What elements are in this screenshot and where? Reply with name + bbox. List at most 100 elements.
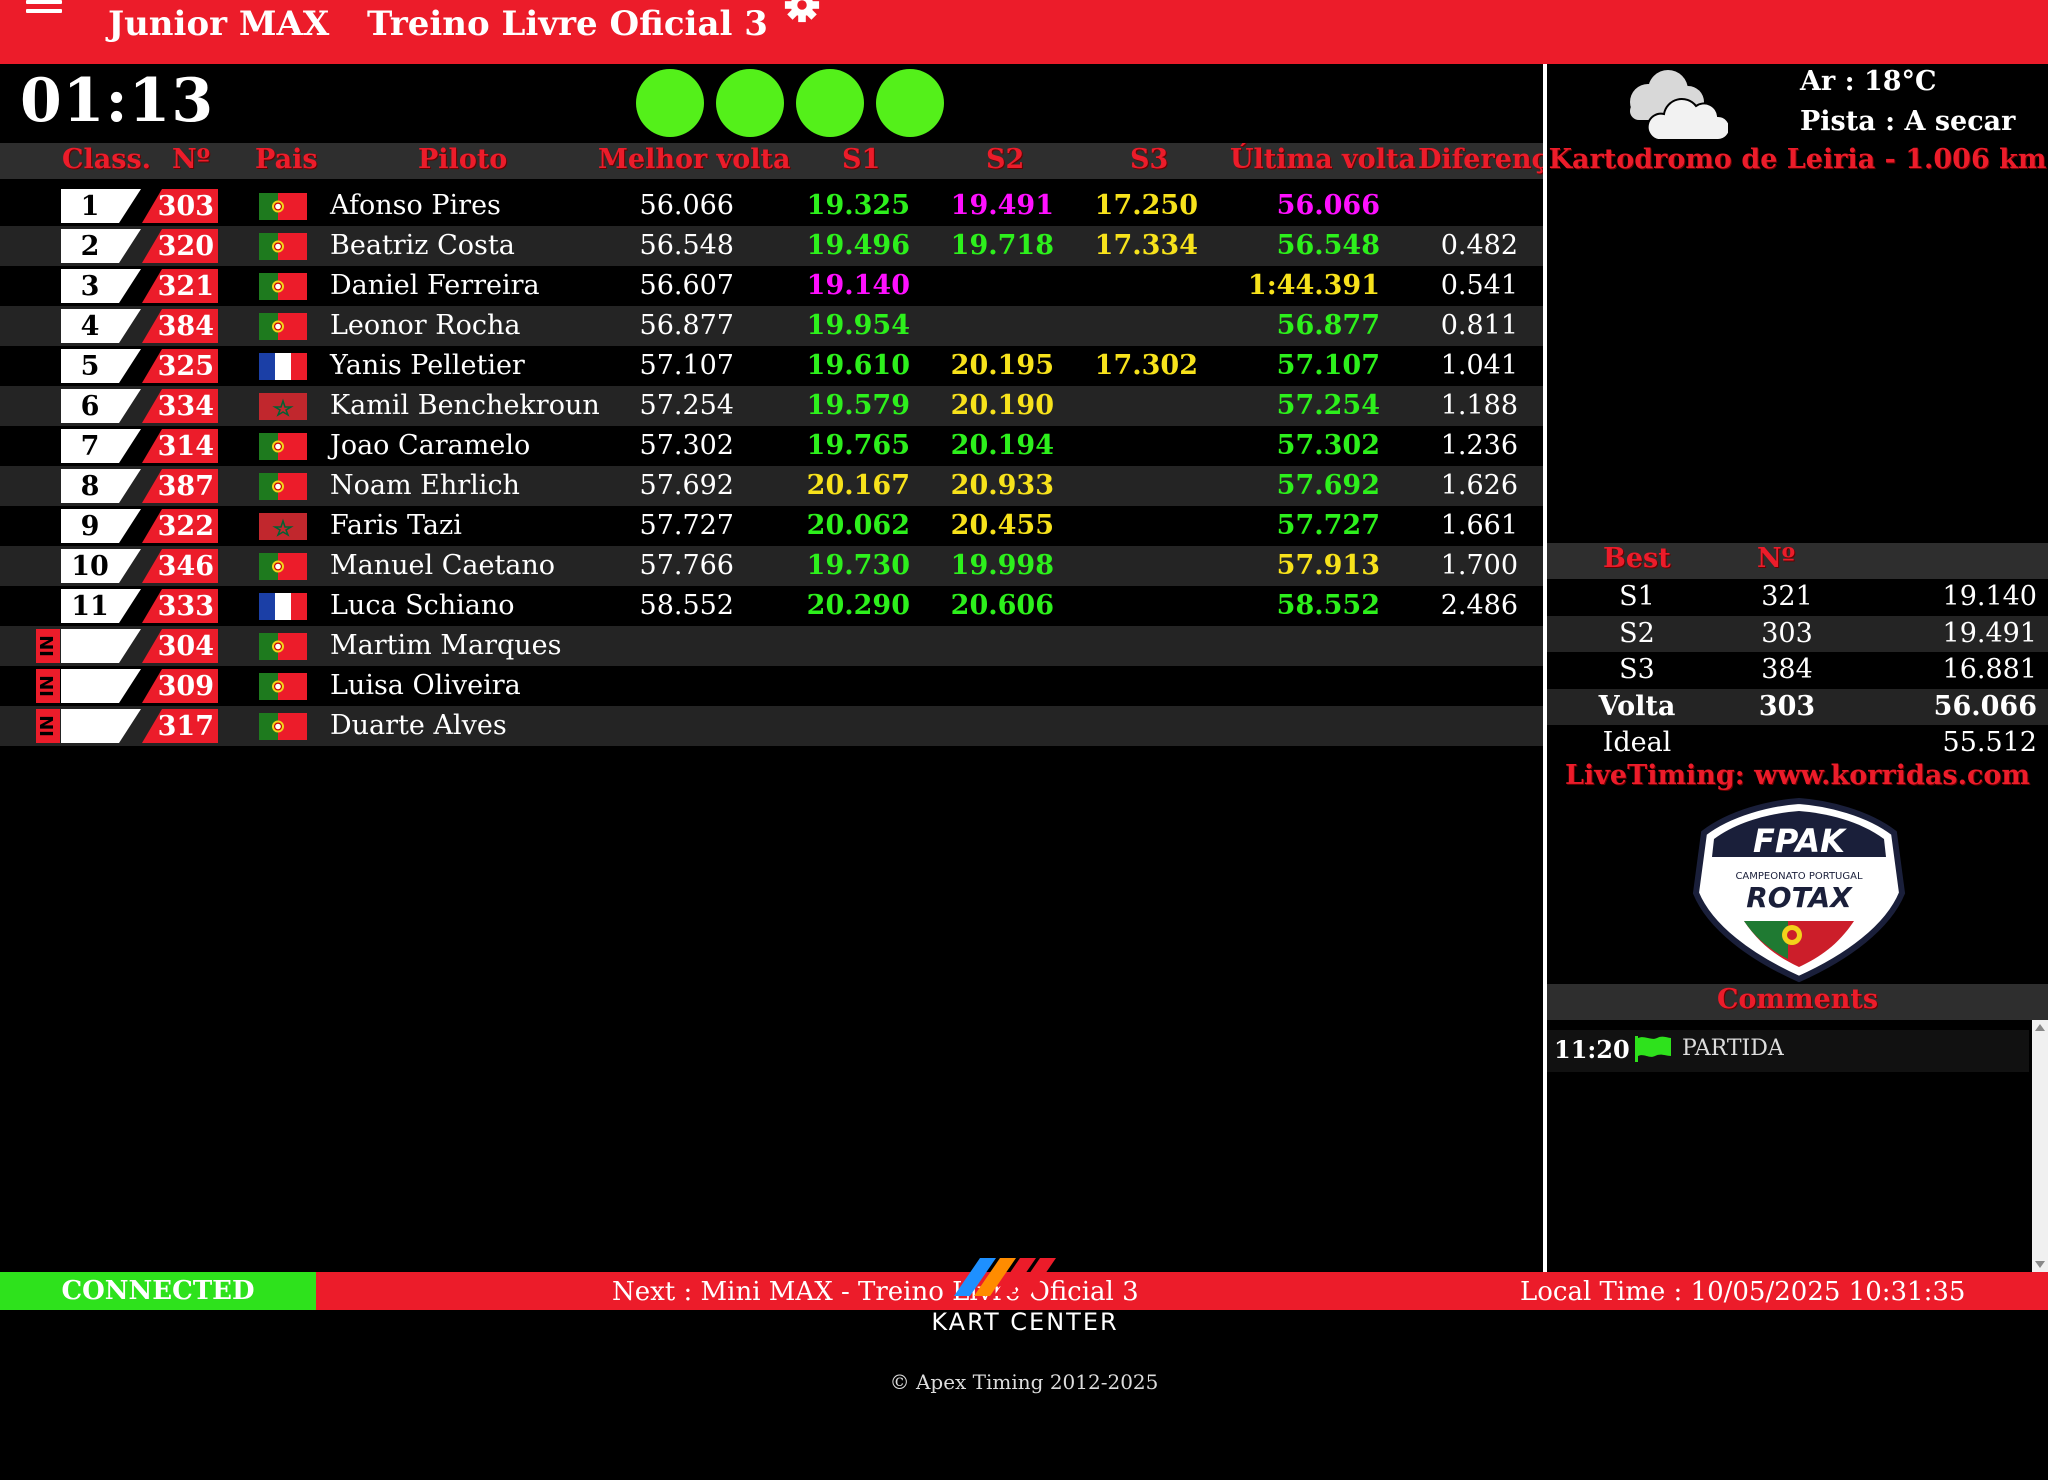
sector-1-time: 19.140 bbox=[806, 270, 910, 301]
best-label: S3 bbox=[1619, 654, 1655, 685]
position-cell: 3 bbox=[61, 269, 141, 303]
table-row[interactable]: 11 333 Luca Schiano 58.552 20.290 20.606 58.55… bbox=[0, 586, 1543, 626]
best-row: Ideal 55.512 bbox=[1547, 725, 2048, 761]
table-row[interactable]: 7 314 Joao Caramelo 57.302 19.765 20.194 57.30… bbox=[0, 426, 1543, 466]
position-cell: 2 bbox=[61, 229, 141, 263]
best-label: Volta bbox=[1598, 690, 1676, 722]
col-pilot[interactable]: Piloto bbox=[418, 144, 507, 175]
kart-number: 309 bbox=[157, 671, 214, 702]
best-lap: 57.692 bbox=[639, 470, 734, 501]
gap: 2.486 bbox=[1440, 590, 1518, 621]
fpak-rotax-logo: FPAK CAMPEONATO PORTUGAL ROTAX bbox=[1692, 797, 1906, 983]
local-time: Local Time : 10/05/2025 10:31:35 bbox=[1520, 1277, 1966, 1307]
table-row[interactable]: 10 346 Manuel Caetano 57.766 19.730 19.998 57.… bbox=[0, 546, 1543, 586]
col-s2[interactable]: S2 bbox=[986, 144, 1024, 175]
pilot-name: Faris Tazi bbox=[330, 510, 462, 541]
comment-text: PARTIDA bbox=[1682, 1036, 1784, 1061]
gap: 0.482 bbox=[1440, 230, 1518, 261]
gap: 1.700 bbox=[1440, 550, 1518, 581]
col-s3[interactable]: S3 bbox=[1130, 144, 1168, 175]
best-lap: 57.766 bbox=[639, 550, 734, 581]
country-flag-icon bbox=[259, 353, 307, 380]
pit-in-badge: IN bbox=[36, 669, 60, 703]
position-value: 8 bbox=[80, 471, 100, 502]
position-cell: 1 bbox=[61, 189, 141, 223]
pilot-name: Yanis Pelletier bbox=[330, 350, 525, 381]
col-last-lap[interactable]: Última volta bbox=[1230, 144, 1416, 175]
best-lap: 56.607 bbox=[639, 270, 734, 301]
position-value: 11 bbox=[71, 591, 109, 622]
best-lap: 57.107 bbox=[639, 350, 734, 381]
position-cell: 8 bbox=[61, 469, 141, 503]
last-lap: 57.913 bbox=[1276, 550, 1380, 581]
table-row[interactable]: IN 304 Martim Marques bbox=[0, 626, 1543, 666]
table-row[interactable]: 1 303 Afonso Pires 56.066 19.325 19.491 17.250… bbox=[0, 186, 1543, 226]
pilot-name: Beatriz Costa bbox=[330, 230, 515, 261]
table-row[interactable]: 8 387 Noam Ehrlich 57.692 20.167 20.933 57.692… bbox=[0, 466, 1543, 506]
col-gap[interactable]: Diferenç bbox=[1418, 144, 1543, 175]
kart-number-cell: 387 bbox=[142, 469, 218, 503]
comments-header: Comments bbox=[1547, 984, 2048, 1020]
table-row[interactable]: IN 317 Duarte Alves bbox=[0, 706, 1543, 746]
category-title: Junior MAX bbox=[108, 4, 330, 44]
position-cell bbox=[61, 669, 141, 703]
pilot-name: Kamil Benchekroun bbox=[330, 390, 600, 421]
menu-icon[interactable] bbox=[26, 0, 62, 16]
header-bar: Junior MAX Treino Livre Oficial 3 bbox=[0, 0, 2048, 64]
standings-table: 1 303 Afonso Pires 56.066 19.325 19.491 17.250… bbox=[0, 186, 1543, 746]
sector-1-time: 19.610 bbox=[806, 350, 910, 381]
kart-number: 314 bbox=[157, 431, 214, 462]
kart-number-cell: 384 bbox=[142, 309, 218, 343]
col-number[interactable]: Nº bbox=[172, 144, 210, 175]
last-lap: 57.727 bbox=[1276, 510, 1380, 541]
col-best-lap[interactable]: Melhor volta bbox=[598, 144, 791, 175]
table-row[interactable]: 2 320 Beatriz Costa 56.548 19.496 19.718 17.33… bbox=[0, 226, 1543, 266]
table-row[interactable]: IN 309 Luisa Oliveira bbox=[0, 666, 1543, 706]
position-value: 3 bbox=[80, 271, 100, 302]
sector-1-time: 19.730 bbox=[806, 550, 910, 581]
col-class[interactable]: Class. bbox=[62, 144, 151, 175]
position-value: 4 bbox=[80, 311, 100, 342]
col-country[interactable]: Pais bbox=[255, 144, 318, 175]
kart-number-cell: 322 bbox=[142, 509, 218, 543]
position-cell bbox=[61, 629, 141, 663]
col-s1[interactable]: S1 bbox=[842, 144, 880, 175]
comment-time: 11:20 bbox=[1554, 1035, 1630, 1064]
position-cell bbox=[61, 709, 141, 743]
table-row[interactable]: 3 321 Daniel Ferreira 56.607 19.140 1:44.391 0… bbox=[0, 266, 1543, 306]
best-time: 19.140 bbox=[1942, 581, 2037, 612]
table-row[interactable]: 6 334 Kamil Benchekroun 57.254 19.579 20.190 5… bbox=[0, 386, 1543, 426]
last-lap: 57.107 bbox=[1276, 350, 1380, 381]
comments-scrollbar[interactable] bbox=[2032, 1020, 2048, 1272]
gear-icon[interactable] bbox=[783, 0, 821, 24]
logo-fpak: FPAK bbox=[1753, 822, 1847, 860]
table-row[interactable]: 5 325 Yanis Pelletier 57.107 19.610 20.195 17.… bbox=[0, 346, 1543, 386]
gap: 1.626 bbox=[1440, 470, 1518, 501]
position-cell: 10 bbox=[61, 549, 141, 583]
pit-in-badge: IN bbox=[36, 709, 60, 743]
kart-number: 334 bbox=[157, 391, 214, 422]
copyright: © Apex Timing 2012-2025 bbox=[889, 1370, 1159, 1394]
kart-number: 346 bbox=[157, 551, 214, 582]
last-lap: 1:44.391 bbox=[1247, 270, 1380, 301]
kart-number: 333 bbox=[157, 591, 214, 622]
best-lap: 56.877 bbox=[639, 310, 734, 341]
kart-number: 322 bbox=[157, 511, 214, 542]
table-row[interactable]: 4 384 Leonor Rocha 56.877 19.954 56.877 0.811 bbox=[0, 306, 1543, 346]
position-value: 6 bbox=[80, 391, 100, 422]
country-flag-icon bbox=[259, 273, 307, 300]
kart-number-cell: 309 bbox=[142, 669, 218, 703]
session-clock: 01:13 bbox=[20, 66, 215, 136]
table-row[interactable]: 9 322 Faris Tazi 57.727 20.062 20.455 57.727 1.… bbox=[0, 506, 1543, 546]
kart-number: 325 bbox=[157, 351, 214, 382]
pilot-name: Martim Marques bbox=[330, 630, 562, 661]
kart-number-cell: 334 bbox=[142, 389, 218, 423]
best-lap: 57.727 bbox=[639, 510, 734, 541]
pilot-name: Noam Ehrlich bbox=[330, 470, 520, 501]
livetiming-link[interactable]: LiveTiming: www.korridas.com bbox=[1547, 760, 2048, 791]
pilot-name: Luca Schiano bbox=[330, 590, 515, 621]
best-time: 55.512 bbox=[1942, 727, 2037, 758]
gap: 1.661 bbox=[1440, 510, 1518, 541]
sector-3-time: 17.334 bbox=[1094, 230, 1198, 261]
session-title: Treino Livre Oficial 3 bbox=[367, 4, 768, 44]
